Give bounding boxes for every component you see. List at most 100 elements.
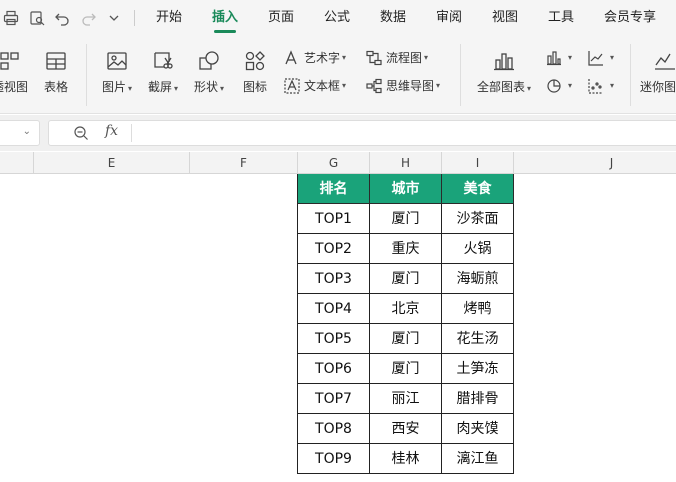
table-header-cell[interactable]: 排名 bbox=[297, 174, 370, 204]
text-box-label: 文本框 bbox=[304, 79, 341, 93]
text-box-button[interactable]: 文本框 ▾ bbox=[284, 76, 346, 96]
table-cell-food[interactable]: 土笋冻 bbox=[442, 354, 514, 384]
zoom-search-icon[interactable] bbox=[73, 125, 89, 141]
redo-icon[interactable] bbox=[80, 9, 98, 27]
all-charts-label: 全部图表 bbox=[476, 80, 525, 94]
screenshot-label: 截屏 bbox=[147, 80, 172, 94]
formula-input[interactable] bbox=[131, 124, 671, 142]
table-cell-city[interactable]: 厦门 bbox=[370, 264, 442, 294]
column-header-j[interactable]: J bbox=[514, 152, 676, 174]
table-cell-rank[interactable]: TOP8 bbox=[297, 414, 370, 444]
line-chart-button[interactable]: ▾ bbox=[588, 48, 614, 68]
table-cell-rank[interactable]: TOP4 bbox=[297, 294, 370, 324]
mind-map-icon bbox=[366, 78, 382, 94]
table-cell-rank[interactable]: TOP5 bbox=[297, 324, 370, 354]
table-cell-city[interactable]: 西安 bbox=[370, 414, 442, 444]
table-cell-food[interactable]: 腊排骨 bbox=[442, 384, 514, 414]
all-charts-button[interactable]: 全部图表 ▾ bbox=[472, 50, 536, 95]
tab-review[interactable]: 审阅 bbox=[428, 0, 470, 36]
table-cell-city[interactable]: 厦门 bbox=[370, 204, 442, 234]
pie-chart-button[interactable]: ▾ bbox=[546, 76, 572, 96]
column-header-e[interactable]: E bbox=[34, 152, 190, 174]
screenshot-button[interactable]: 截屏 ▾ bbox=[144, 50, 182, 95]
column-chart-icon bbox=[547, 51, 561, 66]
column-header-h[interactable]: H bbox=[370, 152, 442, 174]
icons-button[interactable]: 图标 bbox=[240, 50, 270, 95]
column-header-row: E F G H I J bbox=[0, 152, 676, 174]
screenshot-icon bbox=[152, 50, 174, 72]
table-cell-city[interactable]: 桂林 bbox=[370, 444, 442, 474]
picture-button[interactable]: 图片 ▾ bbox=[98, 50, 136, 95]
scatter-chart-icon bbox=[588, 79, 603, 94]
table-cell-food[interactable]: 花生汤 bbox=[442, 324, 514, 354]
scatter-chart-dropdown-icon[interactable]: ▾ bbox=[610, 76, 614, 96]
sheet-grid[interactable]: 排名 城市 美食 TOP1 厦门 沙茶面 TOP2 重庆 火锅 TOP3 厦门 … bbox=[0, 174, 676, 482]
tab-insert[interactable]: 插入 bbox=[204, 0, 246, 36]
table-cell-city[interactable]: 北京 bbox=[370, 294, 442, 324]
column-chart-button[interactable]: ▾ bbox=[546, 48, 572, 68]
print-preview-icon[interactable] bbox=[28, 9, 46, 27]
word-art-dropdown-icon[interactable]: ▾ bbox=[342, 48, 346, 68]
table-cell-food[interactable]: 沙茶面 bbox=[442, 204, 514, 234]
shapes-label: 形状 bbox=[193, 80, 218, 94]
table-cell-city[interactable]: 厦门 bbox=[370, 354, 442, 384]
tab-home[interactable]: 开始 bbox=[148, 0, 190, 36]
shapes-button[interactable]: 形状 ▾ bbox=[190, 50, 228, 95]
tab-data[interactable]: 数据 bbox=[372, 0, 414, 36]
flowchart-button[interactable]: 流程图 ▾ bbox=[366, 48, 428, 68]
all-charts-dropdown-icon[interactable]: ▾ bbox=[527, 84, 531, 93]
screenshot-dropdown-icon[interactable]: ▾ bbox=[174, 84, 178, 93]
flowchart-icon bbox=[366, 50, 382, 66]
sparkline-icon bbox=[654, 50, 676, 72]
print-icon[interactable] bbox=[2, 9, 20, 27]
column-header-g[interactable]: G bbox=[298, 152, 370, 174]
table-cell-food[interactable]: 肉夹馍 bbox=[442, 414, 514, 444]
table-cell-food[interactable]: 火锅 bbox=[442, 234, 514, 264]
line-chart-dropdown-icon[interactable]: ▾ bbox=[610, 48, 614, 68]
table-cell-city[interactable]: 丽江 bbox=[370, 384, 442, 414]
table-button[interactable]: 表格 bbox=[40, 50, 72, 95]
mind-map-dropdown-icon[interactable]: ▾ bbox=[436, 76, 440, 96]
undo-icon[interactable] bbox=[53, 9, 71, 27]
table-cell-food[interactable]: 海蛎煎 bbox=[442, 264, 514, 294]
table-cell-food[interactable]: 烤鸭 bbox=[442, 294, 514, 324]
table-cell-city[interactable]: 厦门 bbox=[370, 324, 442, 354]
mind-map-button[interactable]: 思维导图 ▾ bbox=[366, 76, 440, 96]
fx-icon[interactable]: fx bbox=[105, 123, 118, 139]
table-label: 表格 bbox=[43, 80, 68, 94]
flowchart-dropdown-icon[interactable]: ▾ bbox=[424, 48, 428, 68]
column-chart-dropdown-icon[interactable]: ▾ bbox=[568, 48, 572, 68]
word-art-button[interactable]: 艺术字 ▾ bbox=[284, 48, 346, 68]
table-cell-rank[interactable]: TOP9 bbox=[297, 444, 370, 474]
table-cell-rank[interactable]: TOP3 bbox=[297, 264, 370, 294]
shapes-dropdown-icon[interactable]: ▾ bbox=[220, 84, 224, 93]
column-header-f[interactable]: F bbox=[190, 152, 298, 174]
scatter-chart-button[interactable]: ▾ bbox=[588, 76, 614, 96]
column-header-partial[interactable] bbox=[0, 152, 34, 174]
quick-access-more-icon[interactable] bbox=[105, 9, 123, 27]
formula-input-area: fx bbox=[48, 120, 676, 146]
tab-tools[interactable]: 工具 bbox=[540, 0, 582, 36]
text-box-dropdown-icon[interactable]: ▾ bbox=[342, 76, 346, 96]
table-cell-rank[interactable]: TOP1 bbox=[297, 204, 370, 234]
table-header-cell[interactable]: 美食 bbox=[442, 174, 514, 204]
table-cell-city[interactable]: 重庆 bbox=[370, 234, 442, 264]
table-cell-rank[interactable]: TOP7 bbox=[297, 384, 370, 414]
table-cell-food[interactable]: 漓江鱼 bbox=[442, 444, 514, 474]
table-cell-rank[interactable]: TOP6 bbox=[297, 354, 370, 384]
chevron-down-icon[interactable]: ⌄ bbox=[23, 126, 31, 137]
tab-view[interactable]: 视图 bbox=[484, 0, 526, 36]
name-box[interactable]: ⌄ bbox=[0, 120, 40, 146]
pie-chart-dropdown-icon[interactable]: ▾ bbox=[568, 76, 572, 96]
ribbon-divider bbox=[460, 44, 461, 106]
pivot-view-button[interactable]: 透视图 bbox=[0, 50, 32, 95]
tab-formulas[interactable]: 公式 bbox=[316, 0, 358, 36]
line-chart-icon bbox=[588, 51, 603, 66]
picture-dropdown-icon[interactable]: ▾ bbox=[128, 84, 132, 93]
table-cell-rank[interactable]: TOP2 bbox=[297, 234, 370, 264]
tab-page[interactable]: 页面 bbox=[260, 0, 302, 36]
tab-member[interactable]: 会员专享 bbox=[596, 0, 664, 36]
sparkline-button[interactable]: 迷你图 bbox=[640, 50, 676, 95]
table-header-cell[interactable]: 城市 bbox=[370, 174, 442, 204]
column-header-i[interactable]: I bbox=[442, 152, 514, 174]
